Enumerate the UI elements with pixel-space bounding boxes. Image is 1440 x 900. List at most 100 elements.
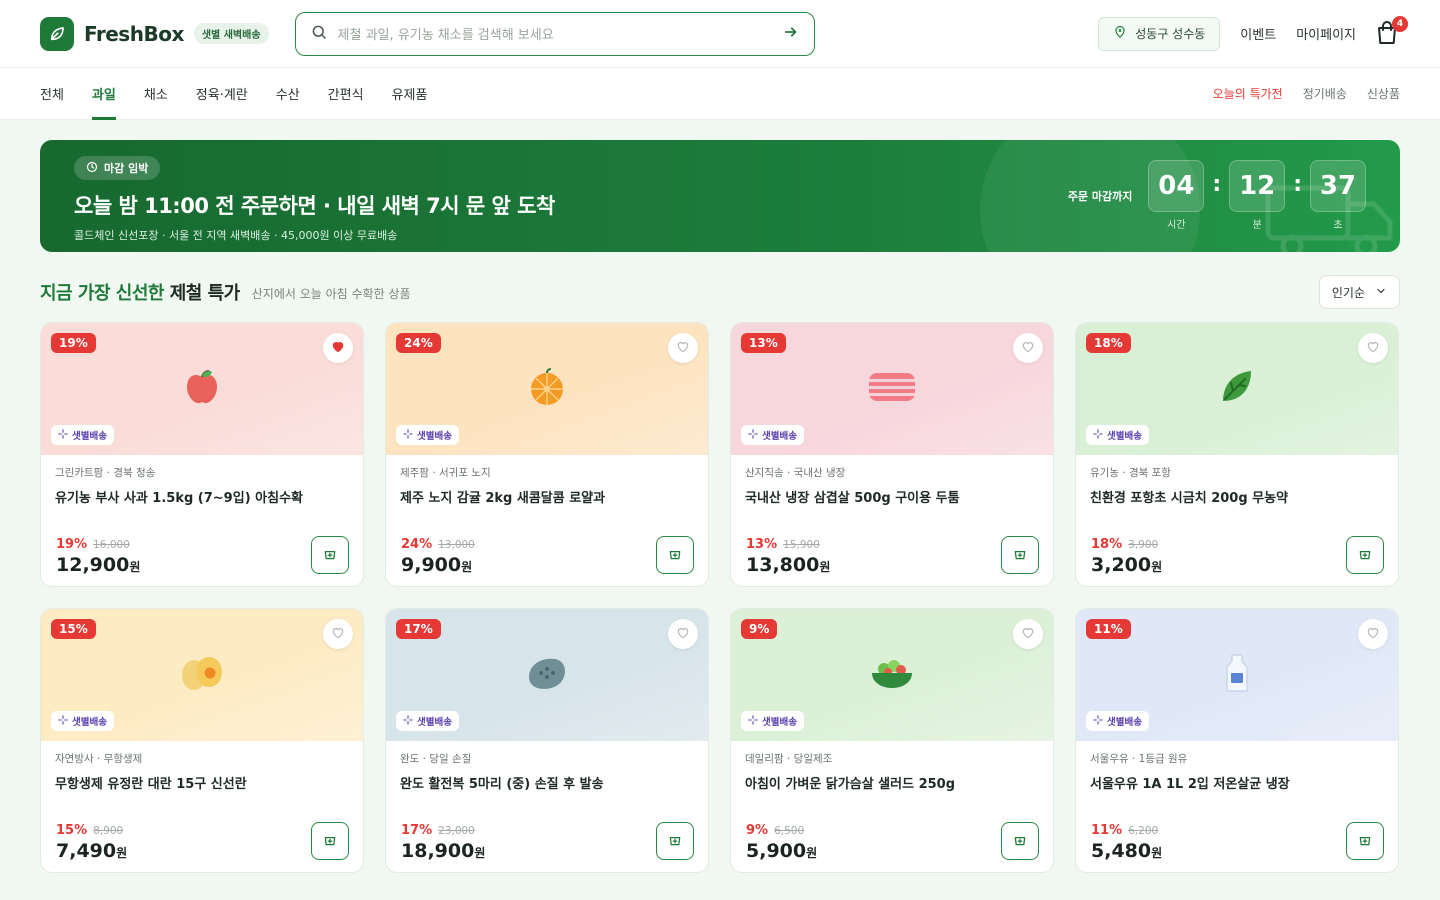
mypage-link[interactable]: 마이페이지 <box>1296 24 1356 43</box>
wishlist-button[interactable] <box>668 619 698 649</box>
clock-icon <box>86 161 98 176</box>
sort-label: 인기순 <box>1331 285 1365 300</box>
moon-star-icon <box>403 428 413 442</box>
product-name[interactable]: 유기농 부사 사과 1.5kg (7~9입) 아침수확 <box>55 487 349 506</box>
leaf-logo-icon <box>40 16 74 51</box>
add-to-cart-button[interactable] <box>1001 822 1039 860</box>
discount-percent: 18% <box>1091 537 1123 552</box>
orange-icon <box>525 365 569 413</box>
brand[interactable]: FreshBox 샛별 새벽배송 <box>40 16 269 51</box>
product-card[interactable]: 19% 샛별배송 그린카트팜 · 경북 청송 유기농 부사 사과 1.5kg (… <box>40 322 364 587</box>
wishlist-button[interactable] <box>668 333 698 363</box>
category-tab[interactable]: 전체 <box>40 68 64 119</box>
price-block: 15% 8,900 7,490원 <box>56 823 127 862</box>
delivery-banner[interactable]: 마감 임박 오늘 밤 11:00 전 주문하면 · 내일 새벽 7시 문 앞 도… <box>40 140 1400 252</box>
product-name[interactable]: 무항생제 유정란 대란 15구 신선란 <box>55 773 349 792</box>
product-card[interactable]: 13% 샛별배송 산지직송 · 국내산 냉장 국내산 냉장 삼겹살 500g 구… <box>730 322 1054 587</box>
product-name[interactable]: 친환경 포항초 시금치 200g 무농약 <box>1090 487 1384 506</box>
product-image[interactable]: 11% 샛별배송 <box>1076 609 1398 741</box>
category-tab[interactable]: 수산 <box>276 68 300 119</box>
discount-percent: 15% <box>56 823 88 838</box>
dawn-delivery-label: 샛별배송 <box>762 431 797 442</box>
add-to-cart-button[interactable] <box>1346 536 1384 574</box>
product-name[interactable]: 완도 활전복 5마리 (중) 손질 후 발송 <box>400 773 694 792</box>
product-card[interactable]: 17% 샛별배송 완도 · 당일 손질 완도 활전복 5마리 (중) 손질 후 … <box>385 608 709 873</box>
currency-unit: 원 <box>474 846 486 860</box>
discount-badge: 19% <box>51 333 96 353</box>
subscription-link[interactable]: 정기배송 <box>1303 85 1347 102</box>
events-link[interactable]: 이벤트 <box>1240 24 1276 43</box>
add-to-cart-button[interactable] <box>311 822 349 860</box>
product-image[interactable]: 9% 샛별배송 <box>731 609 1053 741</box>
dawn-delivery-label: 샛별배송 <box>762 717 797 728</box>
sale-price-value: 18,900 <box>401 840 475 862</box>
add-to-cart-button[interactable] <box>1001 536 1039 574</box>
add-to-cart-button[interactable] <box>656 822 694 860</box>
wishlist-button[interactable] <box>1013 619 1043 649</box>
product-card[interactable]: 18% 샛별배송 유기농 · 경북 포항 친환경 포항초 시금치 200g 무농… <box>1075 322 1399 587</box>
product-name[interactable]: 서울우유 1A 1L 2입 저온살균 냉장 <box>1090 773 1384 792</box>
deals-link[interactable]: 오늘의 특가전 <box>1213 85 1283 102</box>
wishlist-button[interactable] <box>323 619 353 649</box>
wishlist-button[interactable] <box>323 333 353 363</box>
product-origin: 제주팜 · 서귀포 노지 <box>400 467 491 479</box>
product-card[interactable]: 9% 샛별배송 데일리팜 · 당일제조 아침이 가벼운 닭가슴살 샐러드 250… <box>730 608 1054 873</box>
original-price: 8,900 <box>93 825 124 837</box>
add-to-cart-button[interactable] <box>311 536 349 574</box>
sale-price: 5,480원 <box>1091 840 1162 862</box>
cart-add-icon <box>323 832 337 851</box>
product-name[interactable]: 아침이 가벼운 닭가슴살 샐러드 250g <box>745 773 1039 792</box>
new-products-link[interactable]: 신상품 <box>1367 85 1400 102</box>
product-name[interactable]: 제주 노지 감귤 2kg 새콤달콤 로얄과 <box>400 487 694 506</box>
wishlist-button[interactable] <box>1358 333 1388 363</box>
sort-dropdown[interactable]: 인기순 <box>1318 275 1400 309</box>
cart-button[interactable]: 4 <box>1376 15 1408 48</box>
category-tab[interactable]: 간편식 <box>328 68 364 119</box>
price-block: 9% 6,500 5,900원 <box>746 823 817 862</box>
sale-price: 3,200원 <box>1091 554 1162 576</box>
product-image[interactable]: 18% 샛별배송 <box>1076 323 1398 455</box>
product-origin: 서울우유 · 1등급 원유 <box>1090 753 1188 765</box>
category-tab[interactable]: 과일 <box>91 68 116 120</box>
category-tab[interactable]: 정육·계란 <box>196 68 248 119</box>
product-card[interactable]: 15% 샛별배송 자연방사 · 무항생제 무항생제 유정란 대란 15구 신선란… <box>40 608 364 873</box>
discount-badge: 24% <box>396 333 441 353</box>
category-tab[interactable]: 유제품 <box>392 68 428 119</box>
price-block: 24% 13,000 9,900원 <box>401 537 475 576</box>
product-image[interactable]: 19% 샛별배송 <box>41 323 363 455</box>
cart-add-icon <box>668 546 682 565</box>
add-to-cart-button[interactable] <box>656 536 694 574</box>
deadline-label: 마감 임박 <box>104 162 149 175</box>
timer-hours-unit: 시간 <box>1167 220 1186 231</box>
sale-price-value: 3,200 <box>1091 554 1152 576</box>
original-price: 6,200 <box>1128 825 1159 837</box>
product-image[interactable]: 15% 샛별배송 <box>41 609 363 741</box>
wishlist-button[interactable] <box>1013 333 1043 363</box>
search-input[interactable]: 제철 과일, 유기농 채소를 검색해 보세요 <box>338 24 772 43</box>
price-block: 13% 15,900 13,800원 <box>746 537 830 576</box>
add-to-cart-button[interactable] <box>1346 822 1384 860</box>
discount-percent: 9% <box>746 823 769 838</box>
price-block: 18% 3,900 3,200원 <box>1091 537 1162 576</box>
arrow-right-icon[interactable] <box>782 23 800 45</box>
discount-percent: 11% <box>1091 823 1123 838</box>
pork-belly-icon <box>867 370 917 408</box>
product-image[interactable]: 13% 샛별배송 <box>731 323 1053 455</box>
moon-star-icon <box>58 428 68 442</box>
category-tab[interactable]: 채소 <box>144 68 168 119</box>
product-card[interactable]: 11% 샛별배송 서울우유 · 1등급 원유 서울우유 1A 1L 2입 저온살… <box>1075 608 1399 873</box>
sale-price: 18,900원 <box>401 840 485 862</box>
search-bar[interactable]: 제철 과일, 유기농 채소를 검색해 보세요 <box>294 11 815 56</box>
dawn-delivery-chip: 샛별배송 <box>741 711 804 731</box>
location-selector[interactable]: 성동구 성수동 <box>1098 16 1221 51</box>
product-image[interactable]: 17% 샛별배송 <box>386 609 708 741</box>
product-name[interactable]: 국내산 냉장 삼겹살 500g 구이용 두툼 <box>745 487 1039 506</box>
dawn-delivery-label: 샛별배송 <box>72 431 107 442</box>
dawn-delivery-chip: 샛별배송 <box>396 425 459 445</box>
product-card[interactable]: 24% 샛별배송 제주팜 · 서귀포 노지 제주 노지 감귤 2kg 새콤달콤 … <box>385 322 709 587</box>
dawn-delivery-chip: 샛별배송 <box>1086 425 1149 445</box>
product-image[interactable]: 24% 샛별배송 <box>386 323 708 455</box>
wishlist-button[interactable] <box>1358 619 1388 649</box>
milk-icon <box>1225 653 1249 697</box>
sale-price-value: 5,480 <box>1091 840 1152 862</box>
